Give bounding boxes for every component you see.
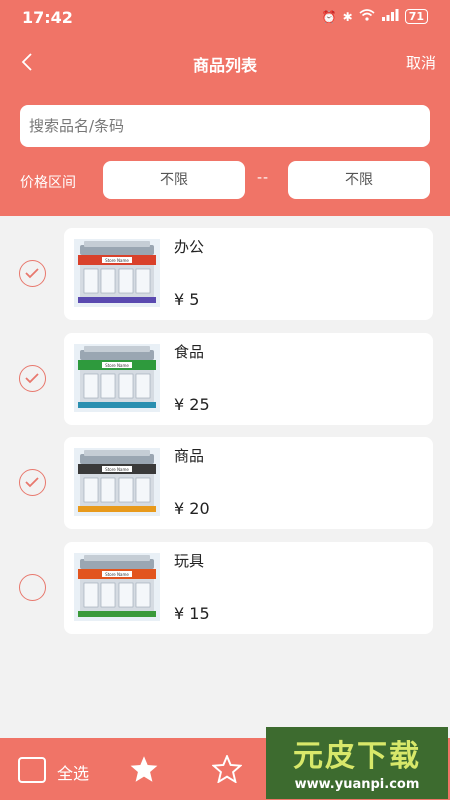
product-card[interactable]: Store Name 办公 ¥ 5 bbox=[64, 228, 433, 320]
alarm-icon: ⏰ bbox=[321, 9, 337, 24]
product-card[interactable]: Store Name 食品 ¥ 25 bbox=[64, 333, 433, 425]
product-price: ¥ 25 bbox=[174, 395, 210, 414]
star-filled-icon[interactable] bbox=[129, 755, 159, 783]
store-thumbnail: Store Name bbox=[74, 344, 160, 412]
list-item: Store Name 办公 ¥ 5 bbox=[0, 228, 450, 320]
list-item: Store Name 商品 ¥ 20 bbox=[0, 437, 450, 529]
bluetooth-icon: ✱ bbox=[342, 9, 353, 24]
search-input[interactable] bbox=[20, 105, 430, 147]
store-thumbnail: Store Name bbox=[74, 553, 160, 621]
product-card[interactable]: Store Name 商品 ¥ 20 bbox=[64, 437, 433, 529]
product-price: ¥ 20 bbox=[174, 499, 210, 518]
wifi-icon bbox=[359, 9, 375, 24]
svg-text:Store Name: Store Name bbox=[105, 572, 129, 577]
watermark-logo: 元皮下载 www.yuanpi.com bbox=[266, 727, 448, 799]
item-checkbox[interactable] bbox=[19, 469, 46, 496]
product-name: 玩具 bbox=[174, 552, 205, 570]
store-thumbnail: Store Name bbox=[74, 448, 160, 516]
price-range-label: 价格区间 bbox=[20, 175, 76, 191]
select-all-checkbox[interactable] bbox=[18, 757, 46, 783]
signal-icon bbox=[381, 9, 399, 24]
product-name: 食品 bbox=[174, 343, 205, 361]
store-thumbnail: Store Name bbox=[74, 239, 160, 307]
svg-text:Store Name: Store Name bbox=[105, 363, 129, 368]
price-min-field[interactable]: 不限 bbox=[103, 161, 245, 199]
page-title: 商品列表 bbox=[192, 56, 257, 75]
watermark-url: www.yuanpi.com bbox=[294, 777, 420, 792]
status-icons: ⏰ ✱ 71 bbox=[322, 9, 428, 24]
product-name: 商品 bbox=[174, 447, 205, 465]
header: 17:42 ⏰ ✱ 71 商品列表 取消 价格区间 不限 -- 不限 bbox=[0, 0, 450, 216]
price-separator: -- bbox=[257, 170, 270, 186]
product-price: ¥ 15 bbox=[174, 604, 210, 623]
battery-icon: 71 bbox=[404, 9, 428, 24]
item-checkbox[interactable] bbox=[19, 365, 46, 392]
status-bar: 17:42 ⏰ ✱ 71 bbox=[0, 0, 450, 36]
price-max-field[interactable]: 不限 bbox=[288, 161, 430, 199]
item-checkbox[interactable] bbox=[19, 574, 46, 601]
checkmark-icon bbox=[25, 373, 39, 384]
checkmark-icon bbox=[25, 268, 39, 279]
list-item: Store Name 食品 ¥ 25 bbox=[0, 333, 450, 425]
product-price: ¥ 5 bbox=[174, 290, 200, 309]
svg-text:Store Name: Store Name bbox=[105, 467, 129, 472]
status-time: 17:42 bbox=[22, 8, 73, 27]
watermark-title: 元皮下载 bbox=[293, 739, 421, 774]
item-checkbox[interactable] bbox=[19, 260, 46, 287]
cancel-button[interactable]: 取消 bbox=[406, 52, 436, 73]
nav-bar: 商品列表 取消 bbox=[0, 40, 450, 84]
product-name: 办公 bbox=[174, 238, 205, 256]
list-item: Store Name 玩具 ¥ 15 bbox=[0, 542, 450, 634]
select-all-label[interactable]: 全选 bbox=[57, 760, 89, 784]
svg-text:Store Name: Store Name bbox=[105, 258, 129, 263]
product-card[interactable]: Store Name 玩具 ¥ 15 bbox=[64, 542, 433, 634]
checkmark-icon bbox=[25, 477, 39, 488]
star-outline-icon[interactable] bbox=[212, 755, 242, 783]
